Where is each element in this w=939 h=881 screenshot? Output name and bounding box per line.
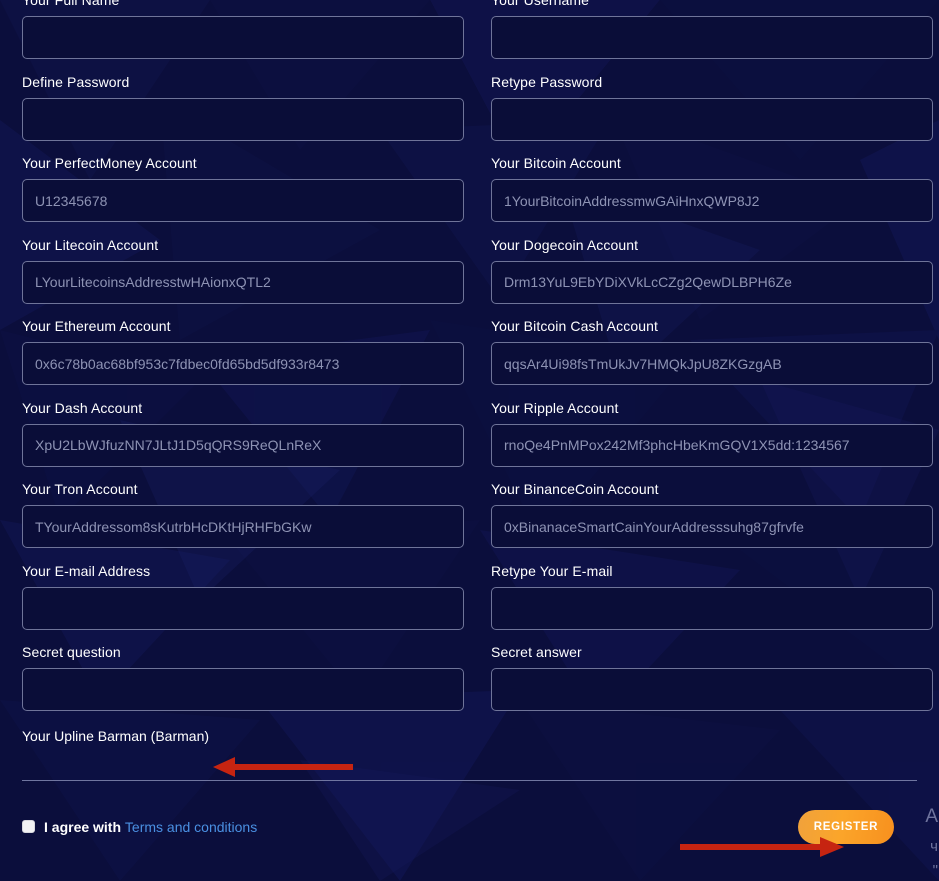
label-your-bitcoin-cash-account: Your Bitcoin Cash Account <box>491 318 658 334</box>
upline-label: Your Upline Barman (Barman) <box>22 727 210 744</box>
form-footer: I agree with Terms and conditions REGIST… <box>22 809 917 845</box>
upline-row: Your Upline Barman (Barman) <box>22 728 917 744</box>
field-your-dogecoin-account: Your Dogecoin Account <box>491 237 933 304</box>
label-your-username: Your Username <box>491 0 590 8</box>
label-your-bitcoin-account: Your Bitcoin Account <box>491 155 621 171</box>
label-your-ethereum-account: Your Ethereum Account <box>22 318 171 334</box>
registration-form: Your Full Name Your Username Define Passwo… <box>22 0 933 726</box>
field-your-binancecoin-account: Your BinanceCoin Account <box>491 481 933 548</box>
input-your-bitcoin-cash-account[interactable] <box>491 342 933 385</box>
input-your-perfectmoney-account[interactable] <box>22 179 464 222</box>
input-your-binancecoin-account[interactable] <box>491 505 933 548</box>
label-your-litecoin-account: Your Litecoin Account <box>22 236 159 253</box>
input-your-full-name[interactable] <box>22 16 464 59</box>
input-retype-password[interactable] <box>491 97 933 141</box>
input-your-bitcoin-account[interactable] <box>491 179 933 222</box>
input-your-litecoin-account[interactable] <box>22 260 464 304</box>
label-your-dogecoin-account: Your Dogecoin Account <box>491 236 639 253</box>
input-retype-your-e-mail[interactable] <box>491 586 933 630</box>
field-your-ethereum-account: Your Ethereum Account <box>22 318 464 385</box>
field-your-perfectmoney-account: Your PerfectMoney Account <box>22 155 464 222</box>
label-your-ripple-account: Your Ripple Account <box>491 399 619 416</box>
input-your-e-mail-address[interactable] <box>22 586 464 630</box>
field-retype-password: Retype Password <box>491 74 933 141</box>
label-your-full-name: Your Full Name <box>22 0 120 8</box>
input-secret-question[interactable] <box>22 668 464 711</box>
field-your-tron-account: Your Tron Account <box>22 481 464 548</box>
field-retype-your-e-mail: Retype Your E-mail <box>491 563 933 630</box>
field-your-username: Your Username <box>491 0 933 59</box>
label-your-dash-account: Your Dash Account <box>22 399 143 416</box>
register-button[interactable]: REGISTER <box>798 809 894 844</box>
input-secret-answer[interactable] <box>491 668 933 711</box>
label-your-tron-account: Your Tron Account <box>22 481 138 497</box>
input-your-username[interactable] <box>491 16 933 59</box>
agree-label: I agree with Terms and conditions <box>44 819 257 835</box>
agree-text: I agree with <box>44 818 122 835</box>
input-your-ripple-account[interactable] <box>491 423 933 467</box>
footer-divider <box>22 779 917 781</box>
field-your-bitcoin-cash-account: Your Bitcoin Cash Account <box>491 318 933 385</box>
registration-page: Your Full Name Your Username Define Passwo… <box>0 0 939 881</box>
field-your-full-name: Your Full Name <box>22 0 464 59</box>
label-retype-your-e-mail: Retype Your E-mail <box>491 562 613 579</box>
field-your-litecoin-account: Your Litecoin Account <box>22 237 464 304</box>
label-retype-password: Retype Password <box>491 73 603 90</box>
field-your-ripple-account: Your Ripple Account <box>491 400 933 467</box>
field-your-dash-account: Your Dash Account <box>22 400 464 467</box>
input-your-ethereum-account[interactable] <box>22 342 464 385</box>
label-your-binancecoin-account: Your BinanceCoin Account <box>491 481 659 497</box>
terms-and-conditions-link[interactable]: Terms and conditions <box>125 819 257 835</box>
field-your-e-mail-address: Your E-mail Address <box>22 563 464 630</box>
field-secret-question: Secret question <box>22 644 464 711</box>
label-your-e-mail-address: Your E-mail Address <box>22 562 151 579</box>
field-secret-answer: Secret answer <box>491 644 933 711</box>
input-your-tron-account[interactable] <box>22 505 464 548</box>
input-your-dash-account[interactable] <box>22 423 464 467</box>
label-define-password: Define Password <box>22 73 130 90</box>
label-secret-question: Secret question <box>22 644 121 660</box>
label-your-perfectmoney-account: Your PerfectMoney Account <box>22 155 197 171</box>
field-define-password: Define Password <box>22 74 464 141</box>
input-your-dogecoin-account[interactable] <box>491 260 933 304</box>
label-secret-answer: Secret answer <box>491 644 582 660</box>
agree-terms-checkbox[interactable] <box>22 820 35 833</box>
agree-terms-group: I agree with Terms and conditions <box>22 819 257 835</box>
input-define-password[interactable] <box>22 97 464 141</box>
field-your-bitcoin-account: Your Bitcoin Account <box>491 155 933 222</box>
